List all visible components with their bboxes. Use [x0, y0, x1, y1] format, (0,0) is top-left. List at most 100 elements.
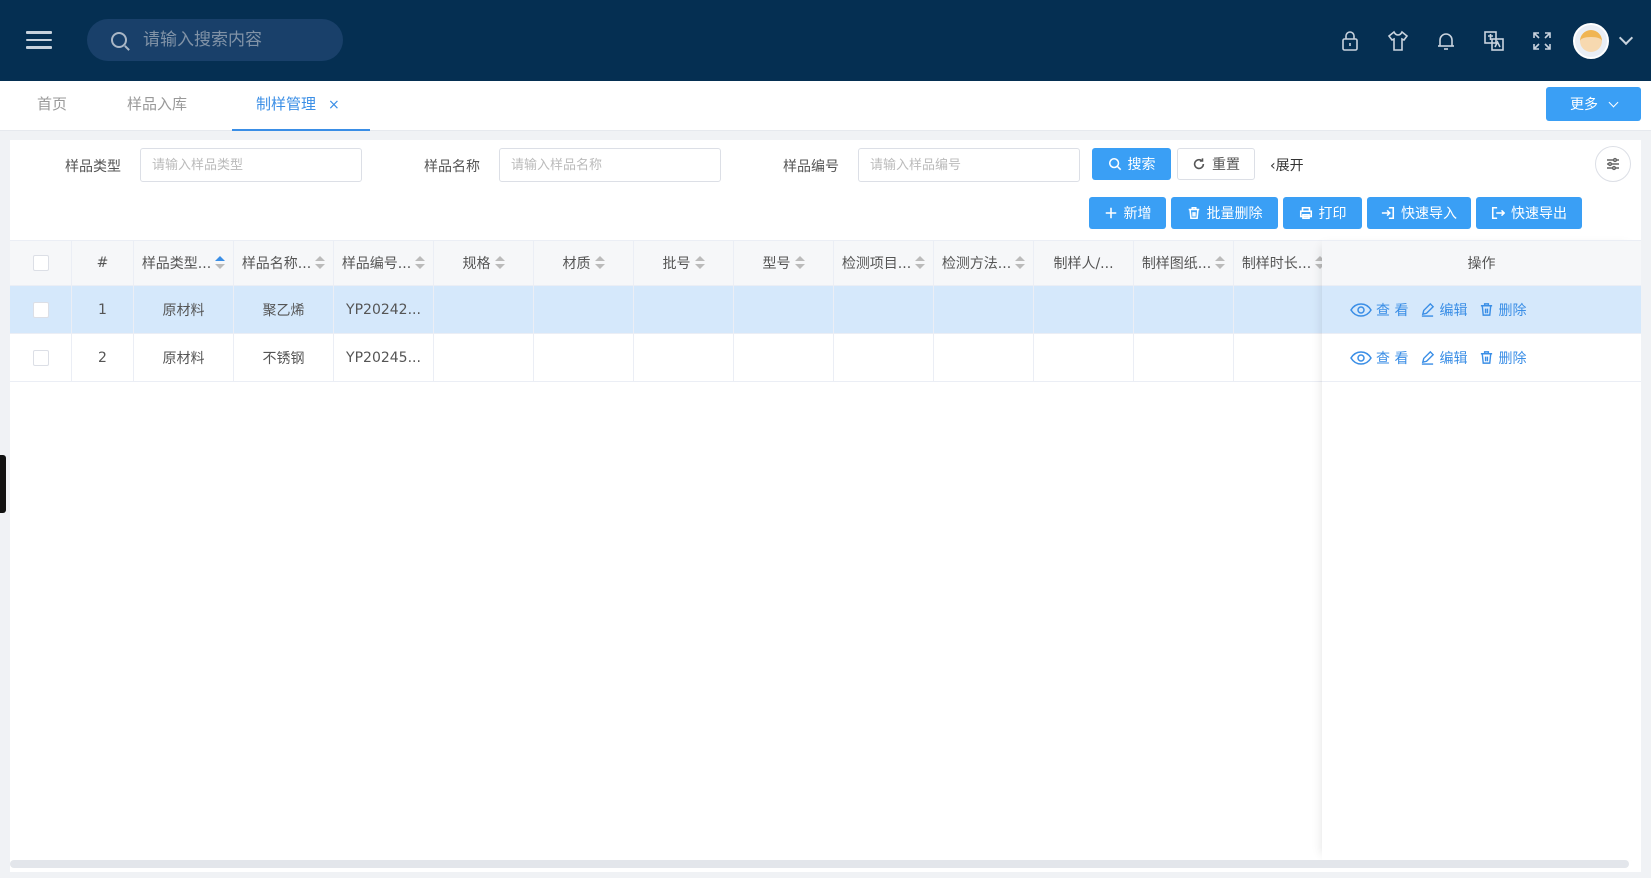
row-drawing: [1134, 334, 1234, 381]
global-search-input[interactable]: [143, 30, 323, 50]
add-button[interactable]: 新增: [1089, 197, 1166, 229]
search-icon: [1108, 157, 1121, 171]
more-button[interactable]: 更多: [1546, 87, 1641, 121]
drag-handle[interactable]: [0, 455, 6, 513]
refresh-icon: [1193, 158, 1205, 170]
skin-shirt-icon[interactable]: [1385, 28, 1411, 54]
delete-button[interactable]: 删除: [1479, 348, 1526, 368]
col-sample-type-label: 样品类型...: [141, 256, 212, 272]
sort-icon[interactable]: [215, 256, 226, 270]
row-duration: [1234, 286, 1334, 333]
hamburger-menu-icon[interactable]: [26, 26, 58, 54]
col-batch[interactable]: 批号: [634, 241, 734, 285]
quick-import-button[interactable]: 快速导入: [1367, 197, 1471, 229]
trash-icon: [1481, 351, 1493, 364]
bell-icon[interactable]: [1433, 28, 1459, 54]
sort-icon[interactable]: [1015, 256, 1026, 270]
sample-name-input[interactable]: [499, 148, 721, 182]
import-icon: [1381, 206, 1395, 220]
row-select-cell: [10, 286, 72, 333]
edit-button[interactable]: 编辑: [1420, 348, 1467, 368]
col-drawing[interactable]: 制样图纸...: [1134, 241, 1234, 285]
sort-icon[interactable]: [315, 256, 326, 270]
row-test-item: [834, 286, 934, 333]
col-test-item[interactable]: 检测项目...: [834, 241, 934, 285]
col-material[interactable]: 材质: [534, 241, 634, 285]
col-index-label: #: [96, 255, 109, 271]
row-preparer: [1034, 286, 1134, 333]
edit-icon: [1422, 350, 1435, 365]
sample-code-input[interactable]: [858, 148, 1080, 182]
col-sample-code[interactable]: 样品编号...: [334, 241, 434, 285]
row-checkbox[interactable]: [32, 349, 49, 366]
row-test-item: [834, 334, 934, 381]
view-button[interactable]: 查 看: [1350, 300, 1408, 320]
view-button[interactable]: 查 看: [1350, 348, 1408, 368]
sort-icon[interactable]: [915, 256, 926, 270]
print-button[interactable]: 打印: [1283, 197, 1362, 229]
batch-delete-button[interactable]: 批量删除: [1171, 197, 1278, 229]
fullscreen-icon[interactable]: [1529, 28, 1555, 54]
col-duration-label: 制样时长...: [1241, 256, 1312, 272]
global-search[interactable]: [87, 19, 343, 61]
eye-icon: [1350, 350, 1372, 365]
sample-type-input[interactable]: [140, 148, 362, 182]
search-button-label: 搜索: [1127, 157, 1156, 173]
quick-export-button[interactable]: 快速导出: [1476, 197, 1582, 229]
col-sample-type[interactable]: 样品类型...: [134, 241, 234, 285]
row-sample-type: 原材料: [134, 334, 234, 381]
avatar-face-icon: [1580, 30, 1602, 52]
column-settings-button[interactable]: [1595, 146, 1631, 182]
more-label: 更多: [1570, 97, 1598, 113]
col-test-method[interactable]: 检测方法...: [934, 241, 1034, 285]
edit-button[interactable]: 编辑: [1420, 300, 1467, 320]
tab-label: 首页: [37, 95, 68, 113]
col-duration[interactable]: 制样时长...: [1234, 241, 1334, 285]
trash-icon: [1481, 303, 1493, 316]
delete-button[interactable]: 删除: [1479, 300, 1526, 320]
select-all-checkbox[interactable]: [32, 255, 49, 271]
row-checkbox[interactable]: [32, 301, 49, 318]
sort-icon[interactable]: [494, 256, 505, 270]
sort-icon[interactable]: [1215, 256, 1226, 270]
tab-home[interactable]: 首页: [37, 81, 67, 131]
close-icon[interactable]: ×: [328, 97, 340, 113]
select-all-cell: [10, 241, 72, 285]
translate-icon[interactable]: [1481, 28, 1507, 54]
col-test-method-label: 检测方法...: [941, 256, 1012, 272]
row-batch: [634, 334, 734, 381]
filter-name-label: 样品名称: [424, 159, 480, 175]
ops-row: 查 看 编辑 删除: [1322, 286, 1641, 334]
col-batch-label: 批号: [662, 256, 691, 272]
delete-label: 删除: [1498, 302, 1527, 319]
chevron-down-icon[interactable]: [1618, 30, 1634, 46]
sort-icon[interactable]: [794, 256, 805, 270]
tab-sample-prep[interactable]: 制样管理 ×: [232, 81, 370, 131]
sort-icon[interactable]: [415, 256, 426, 270]
sort-icon[interactable]: [694, 256, 705, 270]
chevron-down-icon: [1608, 97, 1619, 107]
row-batch: [634, 286, 734, 333]
row-test-method: [934, 286, 1034, 333]
horizontal-scrollbar[interactable]: [10, 860, 1629, 868]
sort-icon[interactable]: [594, 256, 605, 270]
col-spec[interactable]: 规格: [434, 241, 534, 285]
expand-toggle[interactable]: ‹展开: [1270, 155, 1304, 175]
quick-export-label: 快速导出: [1511, 206, 1567, 222]
user-avatar[interactable]: [1573, 23, 1609, 59]
view-label: 查 看: [1376, 350, 1409, 367]
search-button[interactable]: 搜索: [1092, 148, 1171, 180]
search-icon: [111, 32, 127, 48]
add-button-label: 新增: [1123, 206, 1152, 222]
batch-delete-label: 批量删除: [1206, 206, 1263, 222]
row-sample-code: YP20242...: [334, 286, 434, 333]
tab-sample-storage[interactable]: 样品入库: [127, 81, 187, 131]
col-model[interactable]: 型号: [734, 241, 834, 285]
lock-icon[interactable]: [1337, 28, 1363, 54]
col-index: #: [72, 241, 134, 285]
operations-column: 操作 查 看 编辑 删除 查 看 编辑 删除: [1322, 240, 1641, 860]
row-spec: [434, 286, 534, 333]
reset-button[interactable]: 重置: [1177, 148, 1255, 180]
col-model-label: 型号: [762, 256, 791, 272]
col-sample-name[interactable]: 样品名称...: [234, 241, 334, 285]
